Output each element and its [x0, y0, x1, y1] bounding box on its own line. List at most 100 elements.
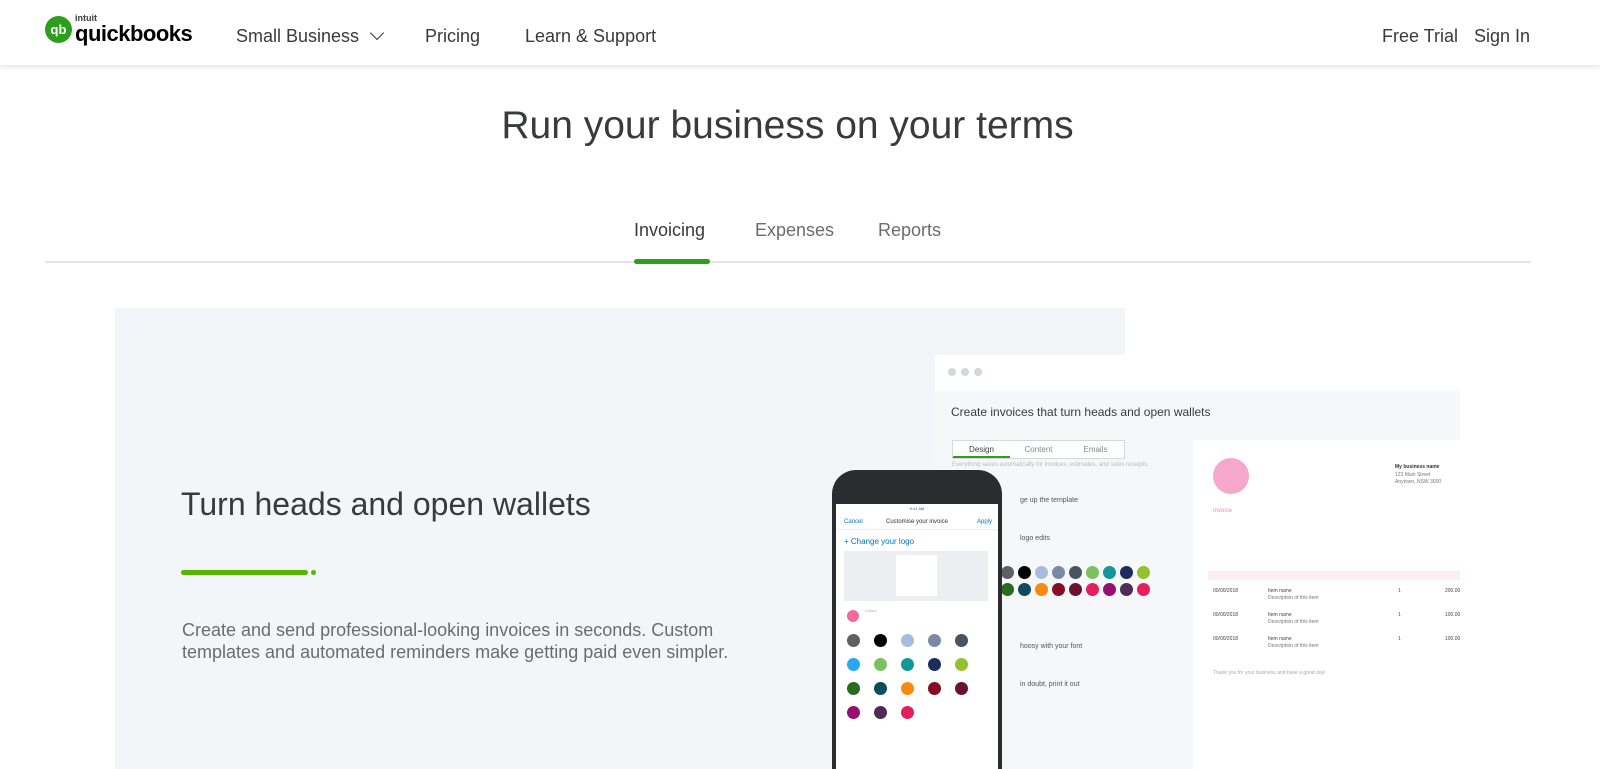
colour-swatch — [901, 682, 914, 695]
colour-swatch — [1001, 583, 1014, 596]
mock-step: logo edits — [1020, 535, 1050, 542]
colour-swatch — [1001, 566, 1014, 579]
mock-tab: Content — [1024, 445, 1053, 454]
phone-mockup: 9:41 AM Cancel Customise your invoice Ap… — [832, 470, 1002, 769]
colour-swatch — [955, 658, 968, 671]
business-address: 123 Main Street — [1395, 472, 1431, 478]
colour-swatch — [874, 658, 887, 671]
tab-divider — [45, 261, 1531, 263]
top-nav: qb intuit quickbooks Small Business Prici… — [0, 0, 1600, 65]
colour-swatch — [1103, 583, 1116, 596]
invoice-cell: Item name — [1268, 612, 1292, 618]
nav-label: Small Business — [236, 26, 360, 46]
invoice-preview: My business name 123 Main Street Anytown… — [1193, 440, 1460, 769]
invoice-label: Invoice — [1213, 508, 1233, 514]
free-trial-link[interactable]: Free Trial — [1382, 26, 1458, 47]
quickbooks-logo[interactable]: qb intuit quickbooks — [45, 14, 193, 46]
colour-swatch — [901, 658, 914, 671]
invoice-cell: 1 — [1398, 588, 1401, 594]
mock-subtitle: Everything saves automatically for invoi… — [952, 462, 1149, 468]
invoice-cell: Description of this item — [1268, 643, 1319, 649]
window-titlebar — [935, 355, 1460, 391]
feature-description: Create and send professional-looking inv… — [182, 620, 729, 662]
feature-heading: Turn heads and open wallets — [181, 486, 591, 522]
colour-swatch — [1018, 583, 1031, 596]
phone-screen: 9:41 AM Cancel Customise your invoice Ap… — [836, 504, 998, 769]
colour-swatch — [1035, 583, 1048, 596]
business-address: Anytown, NSW 3000 — [1395, 479, 1442, 485]
invoice-cell: Description of this item — [1268, 619, 1319, 625]
colour-swatch — [874, 634, 887, 647]
sign-in-link[interactable]: Sign In — [1474, 26, 1530, 47]
colour-swatch — [1103, 566, 1116, 579]
invoice-cell: 1 — [1398, 636, 1401, 642]
phone-apply: Apply — [976, 519, 992, 525]
accent-dot — [311, 570, 316, 575]
tab-reports[interactable]: Reports — [878, 220, 941, 241]
invoice-cell: Item name — [1268, 636, 1292, 642]
invoice-cell: 00/00/2018 — [1213, 612, 1239, 618]
business-name: My business name — [1395, 464, 1440, 470]
page-title: Run your business on your terms — [501, 104, 1074, 147]
phone-time: 9:41 AM — [909, 506, 925, 511]
nav-learn-support[interactable]: Learn & Support — [525, 26, 656, 47]
colour-swatch — [928, 682, 941, 695]
colour-swatch — [1035, 566, 1048, 579]
colour-swatch — [1052, 566, 1065, 579]
tab-invoicing[interactable]: Invoicing — [634, 220, 705, 241]
selected-colour — [847, 610, 859, 622]
phone-title: Customise your invoice — [885, 519, 949, 525]
mock-tab: Emails — [1083, 445, 1108, 454]
mock-step: hoosy with your font — [1020, 643, 1083, 650]
nav-pricing[interactable]: Pricing — [425, 26, 480, 47]
mock-step: ge up the template — [1020, 497, 1078, 504]
phone-change-logo: + Change your logo — [844, 537, 915, 546]
invoice-cell: 1 — [1398, 612, 1401, 618]
window-dot — [974, 368, 982, 376]
mock-step: in doubt, print it out — [1020, 681, 1080, 688]
colour-swatch — [928, 634, 941, 647]
colour-swatch — [1069, 583, 1082, 596]
phone-logo-area — [844, 551, 988, 601]
mock-tab: Design — [953, 441, 1010, 458]
colour-swatch — [1052, 583, 1065, 596]
mock-title: Create invoices that turn heads and open… — [951, 405, 1211, 419]
colour-swatch — [847, 682, 860, 695]
window-dot — [961, 368, 969, 376]
colour-swatch — [901, 706, 914, 719]
colour-swatch — [1018, 566, 1031, 579]
qb-logo-icon: qb — [45, 16, 72, 43]
invoice-thanks: Thank you for your business and have a g… — [1213, 670, 1326, 676]
invoice-cell: Description of this item — [1268, 595, 1319, 601]
colour-swatch — [928, 658, 941, 671]
colour-swatch — [1120, 583, 1133, 596]
invoice-table-header — [1208, 571, 1460, 580]
invoice-cell: 00/00/2018 — [1213, 588, 1239, 594]
tab-expenses[interactable]: Expenses — [755, 220, 834, 241]
mock-tabs: Design Content Emails — [952, 440, 1125, 459]
invoice-cell: 00/00/2018 — [1213, 636, 1239, 642]
colour-swatch — [874, 682, 887, 695]
invoice-cell: 100.00 — [1445, 636, 1461, 642]
invoice-cell: 200.00 — [1445, 588, 1461, 594]
logo-name: quickbooks — [75, 21, 193, 46]
colour-swatch — [1086, 583, 1099, 596]
invoice-mockup-window: Create invoices that turn heads and open… — [935, 355, 1460, 769]
colour-swatch — [955, 682, 968, 695]
chevron-down-icon — [369, 25, 385, 41]
nav-small-business[interactable]: Small Business — [236, 25, 385, 47]
colour-swatch — [874, 706, 887, 719]
colour-swatch — [1086, 566, 1099, 579]
colour-swatch — [1137, 583, 1150, 596]
colour-swatch — [901, 634, 914, 647]
colour-swatch — [955, 634, 968, 647]
colour-swatch — [847, 634, 860, 647]
window-dot — [948, 368, 956, 376]
colour-swatch — [847, 706, 860, 719]
phone-colour-label: Colour — [865, 608, 877, 613]
active-tab-indicator — [634, 259, 710, 264]
colour-swatch — [1137, 566, 1150, 579]
invoice-logo — [1213, 458, 1249, 494]
colour-swatch — [847, 658, 860, 671]
colour-swatch — [1069, 566, 1082, 579]
